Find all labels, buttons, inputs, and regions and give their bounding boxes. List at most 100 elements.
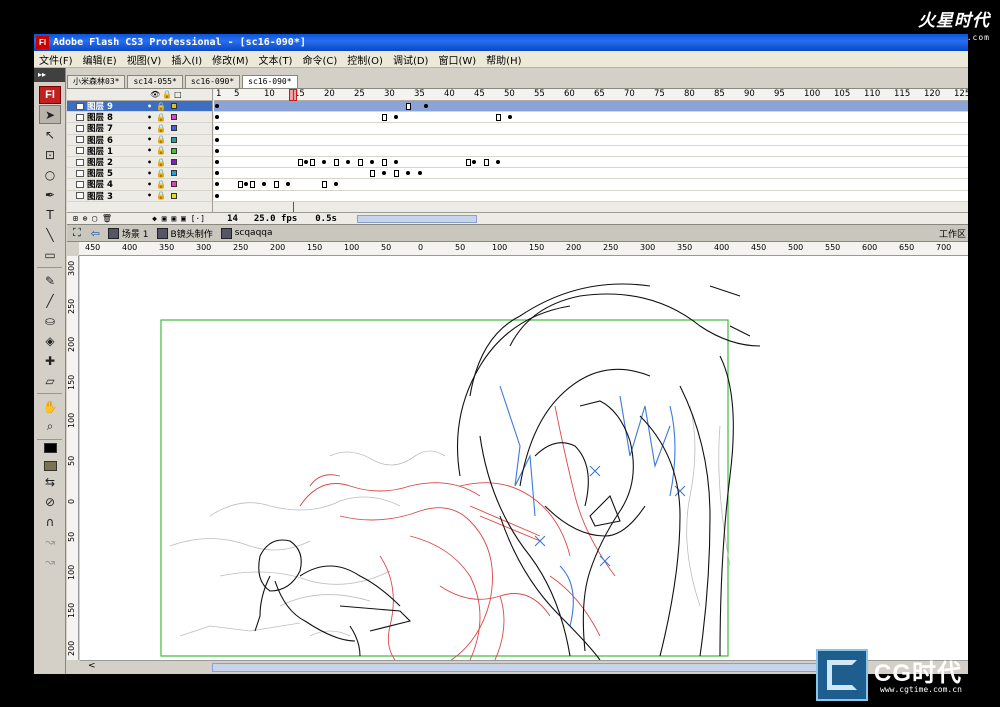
keyframe-dot[interactable] xyxy=(215,193,219,198)
crumb-symbol-1[interactable]: B镜头制作 xyxy=(156,227,213,240)
stage-canvas[interactable] xyxy=(80,256,968,660)
layer-visibility-lock-icons[interactable]: •🔒 xyxy=(147,191,170,200)
insert-layer-icon[interactable]: ⊞ ⊕ ▢ 🗑 xyxy=(73,214,112,223)
menu-item[interactable]: 文本(T) xyxy=(254,52,298,67)
ink-bottle-icon[interactable]: ⛀ xyxy=(39,311,61,330)
timeline-scrollbar[interactable] xyxy=(356,214,477,223)
keyframe[interactable] xyxy=(250,181,255,189)
keyframe-dot[interactable] xyxy=(394,115,398,120)
keyframe[interactable] xyxy=(466,158,471,166)
keyframe[interactable] xyxy=(298,158,303,166)
workspace-button[interactable]: 工作区 xyxy=(939,227,966,240)
menu-item[interactable]: 修改(M) xyxy=(207,52,253,67)
hand-icon[interactable]: ✋ xyxy=(39,397,61,416)
fill-color-swatch[interactable] xyxy=(44,461,57,471)
keyframe-dot[interactable] xyxy=(215,182,219,187)
eraser-icon[interactable]: ▱ xyxy=(39,371,61,390)
no-color-icon[interactable]: ⊘ xyxy=(39,492,61,511)
frame-row[interactable] xyxy=(214,112,968,124)
keyframe-dot[interactable] xyxy=(508,115,512,120)
text-icon[interactable]: T xyxy=(39,205,61,224)
menu-item[interactable]: 编辑(E) xyxy=(78,52,122,67)
keyframe[interactable] xyxy=(274,181,279,189)
keyframe[interactable] xyxy=(334,158,339,166)
menu-item[interactable]: 窗口(W) xyxy=(433,52,481,67)
keyframe[interactable] xyxy=(358,158,363,166)
keyframe-dot[interactable] xyxy=(472,159,476,164)
paint-bucket-icon[interactable]: ◈ xyxy=(39,331,61,350)
frame-row[interactable] xyxy=(214,168,968,180)
crumb-scene[interactable]: 场景 1 xyxy=(107,227,149,240)
scroll-left-icon[interactable]: < xyxy=(88,661,96,671)
pen-icon[interactable]: ✒ xyxy=(39,185,61,204)
onion-skin-icon[interactable]: ◆ ▣ ▣ ▣ [·] xyxy=(152,214,205,223)
layer-visibility-lock-icons[interactable]: •🔒 xyxy=(147,169,170,178)
swap-colors-icon[interactable]: ⇆ xyxy=(39,472,61,491)
document-tab[interactable]: sc16-090* xyxy=(242,75,298,88)
menu-item[interactable]: 调试(D) xyxy=(388,52,434,67)
keyframe-dot[interactable] xyxy=(215,171,219,176)
keyframe[interactable] xyxy=(238,181,243,189)
menu-item[interactable]: 文件(F) xyxy=(34,52,78,67)
frame-row[interactable] xyxy=(214,179,968,191)
smooth-icon[interactable]: ↝ xyxy=(39,532,61,551)
layer-visibility-lock-icons[interactable]: •🔒 xyxy=(147,102,170,111)
keyframe[interactable] xyxy=(382,158,387,166)
lasso-icon[interactable]: ○ xyxy=(39,165,61,184)
keyframe-dot[interactable] xyxy=(244,182,248,187)
keyframe-dot[interactable] xyxy=(346,159,350,164)
layer-visibility-lock-icons[interactable]: •🔒 xyxy=(147,124,170,133)
keyframe-dot[interactable] xyxy=(286,182,290,187)
menu-item[interactable]: 帮助(H) xyxy=(481,52,526,67)
layer-visibility-lock-icons[interactable]: •🔒 xyxy=(147,113,170,122)
keyframe-dot[interactable] xyxy=(215,115,219,120)
keyframe[interactable] xyxy=(370,170,375,178)
scrollbar-thumb[interactable] xyxy=(212,663,832,672)
pencil-icon[interactable]: ✎ xyxy=(39,271,61,290)
keyframe-dot[interactable] xyxy=(215,137,219,142)
rectangle-icon[interactable]: ▭ xyxy=(39,245,61,264)
menu-item[interactable]: 命令(C) xyxy=(297,52,342,67)
document-tab[interactable]: sc14-055* xyxy=(127,75,183,88)
subselect-icon[interactable]: ↖ xyxy=(39,125,61,144)
zoom-icon[interactable]: ⌕ xyxy=(39,417,61,436)
document-tab[interactable]: 小米森林03* xyxy=(67,75,126,88)
frame-row[interactable] xyxy=(214,101,968,113)
keyframe-dot[interactable] xyxy=(418,171,422,176)
arrow-icon[interactable]: ➤ xyxy=(39,105,61,124)
keyframe[interactable] xyxy=(496,114,501,122)
keyframe-dot[interactable] xyxy=(334,182,338,187)
crumb-symbol-2[interactable]: scqaqqa xyxy=(220,227,273,239)
keyframe-dot[interactable] xyxy=(322,159,326,164)
keyframe-dot[interactable] xyxy=(382,171,386,176)
frame-row[interactable] xyxy=(214,134,968,146)
layer-visibility-lock-icons[interactable]: •🔒 xyxy=(147,146,170,155)
keyframe[interactable] xyxy=(322,181,327,189)
back-arrow-icon[interactable]: ⇦ xyxy=(91,227,100,240)
keyframe-dot[interactable] xyxy=(215,159,219,164)
stroke-color-swatch[interactable] xyxy=(44,443,57,453)
keyframe-dot[interactable] xyxy=(215,126,219,131)
frame-row[interactable] xyxy=(214,123,968,135)
keyframe[interactable] xyxy=(394,170,399,178)
keyframe-dot[interactable] xyxy=(496,159,500,164)
frame-ruler[interactable]: 1 5 10 15 20 25 30 35 40 45 50 55 60 65 70 75 80 85 90 95 10… xyxy=(214,89,968,101)
menu-item[interactable]: 视图(V) xyxy=(122,52,167,67)
keyframe-dot[interactable] xyxy=(406,171,410,176)
brush-icon[interactable]: ╱ xyxy=(39,291,61,310)
layer-visibility-lock-icons[interactable]: •🔒 xyxy=(147,158,170,167)
keyframe-dot[interactable] xyxy=(394,159,398,164)
keyframe[interactable] xyxy=(484,158,489,166)
menu-item[interactable]: 插入(I) xyxy=(166,52,207,67)
line-icon[interactable]: ╲ xyxy=(39,225,61,244)
layer-row[interactable]: 图层 3 •🔒 xyxy=(67,191,212,202)
keyframe[interactable] xyxy=(406,103,411,110)
keyframe-dot[interactable] xyxy=(370,159,374,164)
layer-visibility-lock-icons[interactable]: •🔒 xyxy=(147,180,170,189)
frame-grid[interactable]: 1 5 10 15 20 25 30 35 40 45 50 55 60 65 70 75 80 85 90 95 10… xyxy=(214,89,968,213)
menu-item[interactable]: 控制(O) xyxy=(342,52,388,67)
keyframe-dot[interactable] xyxy=(215,148,219,153)
keyframe-dot[interactable] xyxy=(215,104,219,108)
timeline-toggle-icon[interactable]: ⛶ xyxy=(73,226,81,240)
frame-row[interactable] xyxy=(214,156,968,169)
